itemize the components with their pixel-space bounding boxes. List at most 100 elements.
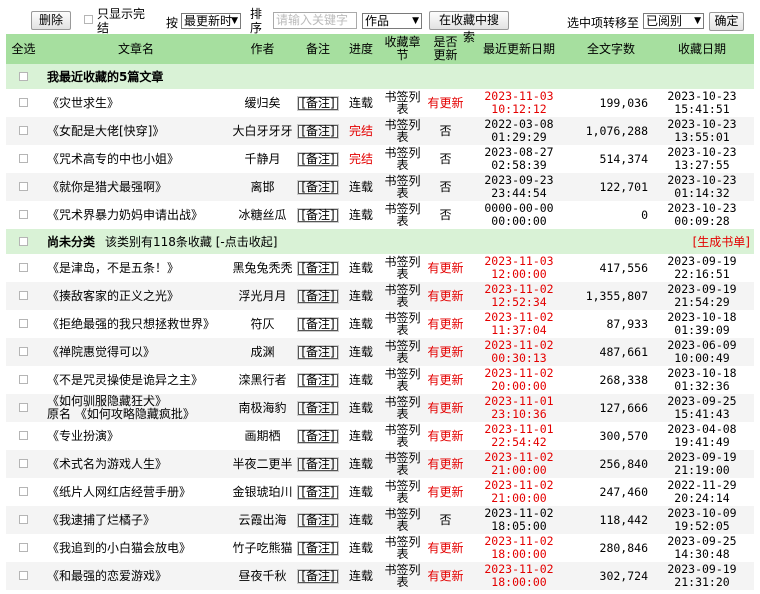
book-title-link[interactable]: 《和最强的恋爱游戏》 <box>47 569 167 583</box>
move-target-select[interactable]: 已阅别 ▼ <box>643 13 704 29</box>
note-button[interactable]: [备注] <box>298 181 338 194</box>
note-button[interactable]: [备注] <box>298 570 338 583</box>
author-link[interactable]: 黑兔兔秃秃 <box>231 254 294 282</box>
row-checkbox[interactable] <box>19 571 28 580</box>
book-title-link[interactable]: 《女配是大佬[快穿]》 <box>47 124 164 138</box>
bookmark-list-link[interactable]: 书签列表 <box>380 338 425 366</box>
book-title-link[interactable]: 《灾世求生》 <box>47 96 119 110</box>
search-input[interactable]: 请输入关键字 <box>273 12 357 29</box>
bookmark-list-link[interactable]: 书签列表 <box>380 478 425 506</box>
row-checkbox[interactable] <box>19 487 28 496</box>
book-title-link[interactable]: 《如何驯服隐藏狂犬》 <box>47 394 167 408</box>
row-checkbox[interactable] <box>19 263 28 272</box>
note-button[interactable]: [备注] <box>298 153 338 166</box>
bookmark-list-link[interactable]: 书签列表 <box>380 534 425 562</box>
book-title-link[interactable]: 《咒术高专的中也小姐》 <box>47 152 179 166</box>
row-checkbox[interactable] <box>19 71 28 81</box>
note-button[interactable]: [备注] <box>298 262 338 275</box>
note-button[interactable]: [备注] <box>298 318 338 331</box>
bookmark-list-link[interactable]: 书签列表 <box>380 254 425 282</box>
row-checkbox[interactable] <box>19 347 28 356</box>
delete-button[interactable]: 删除 <box>31 11 71 30</box>
fav-date: 2023-04-08 19:41:49 <box>667 422 737 449</box>
row-checkbox[interactable] <box>19 375 28 384</box>
bookmark-list-link[interactable]: 书签列表 <box>380 562 425 590</box>
note-button[interactable]: [备注] <box>298 97 338 110</box>
row-checkbox[interactable] <box>19 236 28 246</box>
bookmark-list-link[interactable]: 书签列表 <box>380 89 425 117</box>
book-title-link[interactable]: 《是津岛，不是五条！》 <box>47 261 179 275</box>
author-link[interactable]: 昼夜千秋 <box>231 562 294 590</box>
bookmark-list-link[interactable]: 书签列表 <box>380 173 425 201</box>
row-checkbox[interactable] <box>19 431 28 440</box>
author-link[interactable]: 竹子吃熊猫 <box>231 534 294 562</box>
note-button[interactable]: [备注] <box>298 346 338 359</box>
book-title-link[interactable]: 《我追到的小白猫会放电》 <box>47 541 191 555</box>
bookmark-list-link[interactable]: 书签列表 <box>380 201 425 229</box>
book-title-link[interactable]: 《不是咒灵操使是诡异之主》 <box>47 373 203 387</box>
book-title-link[interactable]: 《咒术界暴力奶妈申请出战》 <box>47 208 203 222</box>
author-link[interactable]: 千静月 <box>231 145 294 173</box>
row-checkbox[interactable] <box>19 182 28 191</box>
author-link[interactable]: 缓归矣 <box>231 89 294 117</box>
row-checkbox[interactable] <box>19 154 28 163</box>
bookmark-list-link[interactable]: 书签列表 <box>380 366 425 394</box>
note-button[interactable]: [备注] <box>298 290 338 303</box>
only-completed-checkbox[interactable] <box>84 15 93 24</box>
note-button[interactable]: [备注] <box>298 125 338 138</box>
author-link[interactable]: 冰糖丝瓜 <box>231 201 294 229</box>
book-title-link[interactable]: 《专业扮演》 <box>47 429 119 443</box>
bookmark-list-link[interactable]: 书签列表 <box>380 145 425 173</box>
note-button[interactable]: [备注] <box>298 458 338 471</box>
row-checkbox[interactable] <box>19 210 28 219</box>
bookmark-list-link[interactable]: 书签列表 <box>380 310 425 338</box>
search-type-select[interactable]: 作品 ▼ <box>362 13 422 29</box>
row-checkbox[interactable] <box>19 291 28 300</box>
book-title-link[interactable]: 《禅院惠觉得可以》 <box>47 345 155 359</box>
author-link[interactable]: 金银琥珀川 <box>231 478 294 506</box>
row-checkbox[interactable] <box>19 403 28 412</box>
bookmark-list-link[interactable]: 书签列表 <box>380 422 425 450</box>
select-all-header[interactable]: 全选 <box>6 34 41 64</box>
note-button[interactable]: [备注] <box>298 374 338 387</box>
note-button[interactable]: [备注] <box>298 402 338 415</box>
book-title-link[interactable]: 《纸片人网红店经营手册》 <box>47 485 191 499</box>
note-button[interactable]: [备注] <box>298 486 338 499</box>
note-button[interactable]: [备注] <box>298 430 338 443</box>
bookmark-list-link[interactable]: 书签列表 <box>380 117 425 145</box>
author-link[interactable]: 离邯 <box>231 173 294 201</box>
author-link[interactable]: 滦黑行者 <box>231 366 294 394</box>
row-checkbox[interactable] <box>19 98 28 107</box>
note-button[interactable]: [备注] <box>298 514 338 527</box>
bookmark-list-link[interactable]: 书签列表 <box>380 394 425 422</box>
author-link[interactable]: 成渊 <box>231 338 294 366</box>
row-checkbox[interactable] <box>19 126 28 135</box>
author-link[interactable]: 符仄 <box>231 310 294 338</box>
sort-select[interactable]: 最更新时 ▼ <box>181 13 241 29</box>
author-link[interactable]: 云霞出海 <box>231 506 294 534</box>
author-link[interactable]: 半夜二更半 <box>231 450 294 478</box>
search-button[interactable]: 在收藏中搜索 <box>429 11 509 44</box>
book-title-link[interactable]: 《拒绝最强的我只想拯救世界》 <box>47 317 215 331</box>
author-link[interactable]: 南极海豹 <box>231 394 294 422</box>
bookmark-list-link[interactable]: 书签列表 <box>380 450 425 478</box>
book-title-link[interactable]: 《揍敌客家的正义之光》 <box>47 289 179 303</box>
row-checkbox[interactable] <box>19 319 28 328</box>
book-title-link[interactable]: 《我逮捕了烂橘子》 <box>47 513 155 527</box>
row-checkbox[interactable] <box>19 543 28 552</box>
row-select-cell <box>6 338 41 366</box>
author-link[interactable]: 大白牙牙牙 <box>231 117 294 145</box>
author-link[interactable]: 画期栖 <box>231 422 294 450</box>
bookmark-list-link[interactable]: 书签列表 <box>380 282 425 310</box>
book-title-link[interactable]: 《就你是猎犬最强啊》 <box>47 180 167 194</box>
section-toggle-link[interactable]: 该类别有118条收藏 [-点击收起] <box>105 235 277 249</box>
bookmark-list-link[interactable]: 书签列表 <box>380 506 425 534</box>
note-button[interactable]: [备注] <box>298 542 338 555</box>
author-link[interactable]: 浮光月月 <box>231 282 294 310</box>
confirm-button[interactable]: 确定 <box>709 12 744 31</box>
row-checkbox[interactable] <box>19 515 28 524</box>
generate-list-link[interactable]: [生成书单] <box>650 229 754 254</box>
book-title-link[interactable]: 《术式名为游戏人生》 <box>47 457 167 471</box>
row-checkbox[interactable] <box>19 459 28 468</box>
note-button[interactable]: [备注] <box>298 209 338 222</box>
